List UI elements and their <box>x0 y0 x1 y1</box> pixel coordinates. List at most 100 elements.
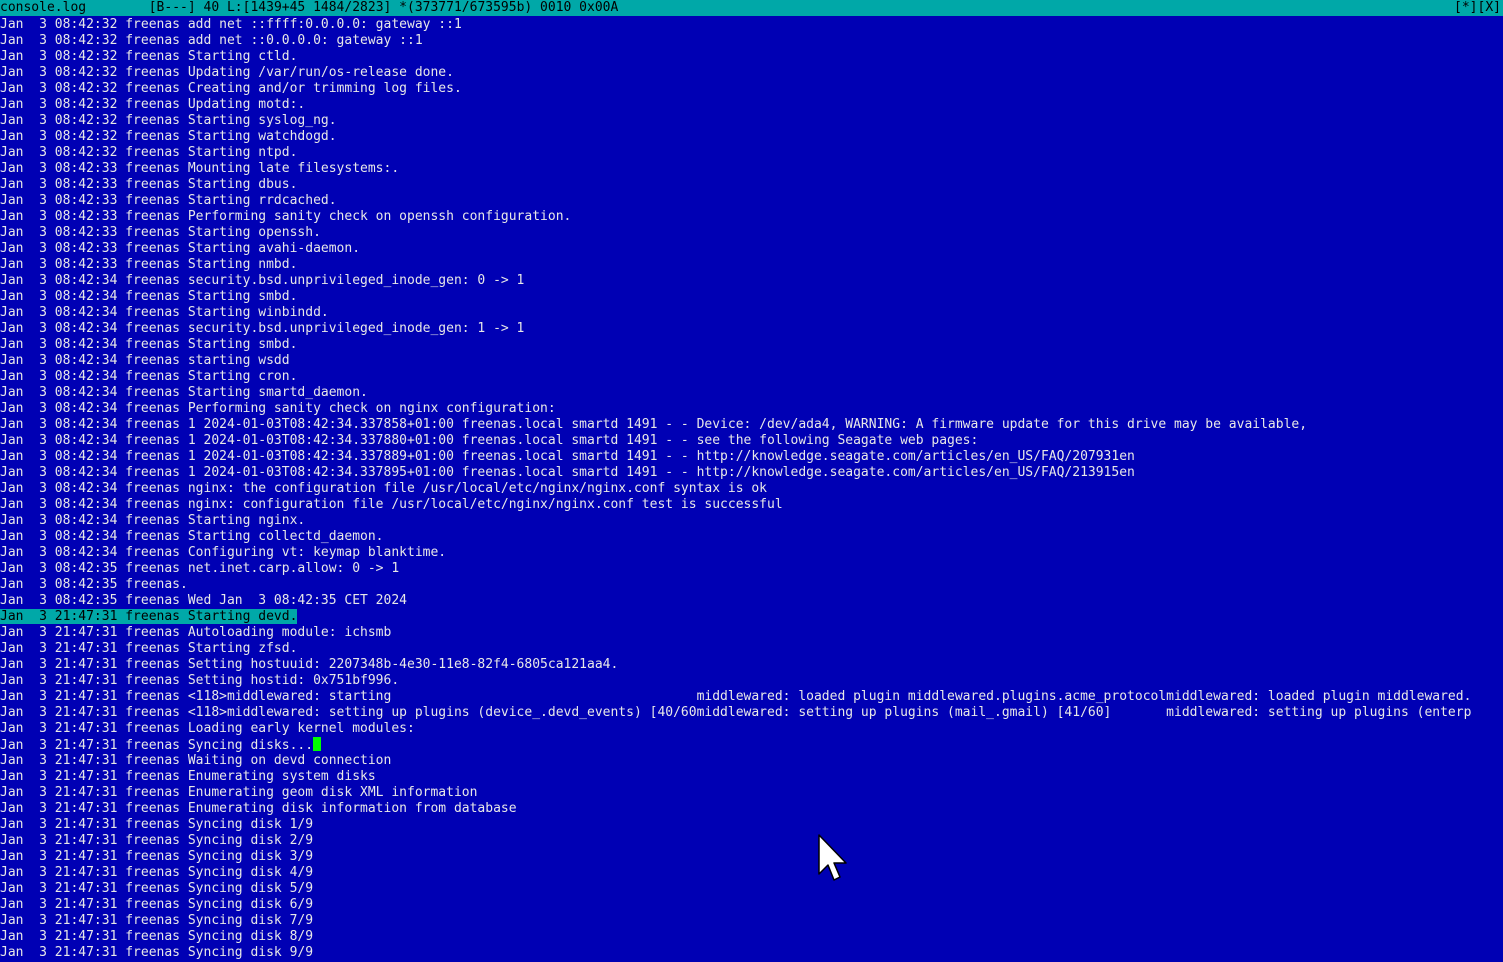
log-line: Jan 3 08:42:33 freenas Starting avahi-da… <box>0 241 1503 257</box>
log-line-text: Jan 3 08:42:32 freenas add net ::ffff:0.… <box>0 17 462 32</box>
log-line: Jan 3 08:42:34 freenas 1 2024-01-03T08:4… <box>0 417 1503 433</box>
log-line-text: Jan 3 08:42:34 freenas Starting cron. <box>0 369 298 384</box>
log-line-text: Jan 3 08:42:34 freenas Starting winbindd… <box>0 305 329 320</box>
log-line-text: Jan 3 21:47:31 freenas Setting hostid: 0… <box>0 673 400 688</box>
log-line-text: Jan 3 21:47:31 freenas Enumerating disk … <box>0 801 517 816</box>
log-line-text: Jan 3 21:47:31 freenas Syncing disk 7/9 <box>0 913 314 928</box>
log-line-text: Jan 3 08:42:33 freenas Performing sanity… <box>0 209 572 224</box>
log-line: Jan 3 08:42:33 freenas Performing sanity… <box>0 209 1503 225</box>
log-line-text: Jan 3 08:42:34 freenas Starting nginx. <box>0 513 306 528</box>
log-line-text: Jan 3 21:47:31 freenas Syncing disks... <box>0 738 314 753</box>
log-line-text: Jan 3 08:42:34 freenas 1 2024-01-03T08:4… <box>0 465 1135 480</box>
log-line-text: Jan 3 08:42:32 freenas Starting syslog_n… <box>0 113 337 128</box>
log-line-text: Jan 3 21:47:31 freenas Syncing disk 6/9 <box>0 897 314 912</box>
text-cursor <box>313 737 322 751</box>
log-line: Jan 3 08:42:32 freenas Starting ctld. <box>0 49 1503 65</box>
log-line-text: Jan 3 21:47:31 freenas Waiting on devd c… <box>0 753 392 768</box>
log-line-text: Jan 3 08:42:32 freenas add net ::0.0.0.0… <box>0 33 423 48</box>
log-line: Jan 3 21:47:31 freenas Syncing disk 5/9 <box>0 881 1503 897</box>
status-position-info: [B---] 40 L:[1439+45 1484/2823] *(373771… <box>148 0 619 15</box>
log-line: Jan 3 08:42:34 freenas security.bsd.unpr… <box>0 321 1503 337</box>
log-line: Jan 3 08:42:34 freenas 1 2024-01-03T08:4… <box>0 433 1503 449</box>
log-line-text: Jan 3 08:42:34 freenas security.bsd.unpr… <box>0 321 525 336</box>
log-line-text: Jan 3 21:47:31 freenas Setting hostuuid:… <box>0 657 619 672</box>
log-line: Jan 3 08:42:32 freenas Starting watchdog… <box>0 129 1503 145</box>
log-line: Jan 3 08:42:32 freenas Updating /var/run… <box>0 65 1503 81</box>
log-line-text: Jan 3 08:42:34 freenas Starting smbd. <box>0 289 298 304</box>
log-line: Jan 3 21:47:31 freenas <118>middlewared:… <box>0 705 1503 721</box>
status-filename: console.log <box>0 0 87 15</box>
log-line-text: Jan 3 21:47:31 freenas Enumerating syste… <box>0 769 376 784</box>
log-line-text: Jan 3 08:42:34 freenas security.bsd.unpr… <box>0 273 525 288</box>
log-line-text: Jan 3 08:42:33 freenas Starting dbus. <box>0 177 298 192</box>
log-line-text: Jan 3 08:42:34 freenas Starting smartd_d… <box>0 385 368 400</box>
log-content-area[interactable]: Jan 3 08:42:32 freenas add net ::ffff:0.… <box>0 17 1503 962</box>
log-line: Jan 3 08:42:35 freenas Wed Jan 3 08:42:3… <box>0 593 1503 609</box>
log-line: Jan 3 21:47:31 freenas Syncing disk 4/9 <box>0 865 1503 881</box>
log-line: Jan 3 21:47:31 freenas Setting hostid: 0… <box>0 673 1503 689</box>
log-line-text: Jan 3 08:42:32 freenas Updating motd:. <box>0 97 306 112</box>
log-line-text: Jan 3 21:47:31 freenas Starting zfsd. <box>0 641 298 656</box>
log-line-text: Jan 3 21:47:31 freenas Starting devd. <box>0 609 298 624</box>
log-line: Jan 3 08:42:34 freenas Starting nginx. <box>0 513 1503 529</box>
log-line-text: Jan 3 21:47:31 freenas Autoloading modul… <box>0 625 392 640</box>
log-line: Jan 3 08:42:34 freenas Starting winbindd… <box>0 305 1503 321</box>
log-line-text: Jan 3 08:42:33 freenas Starting rrdcache… <box>0 193 337 208</box>
log-line-text: Jan 3 08:42:35 freenas Wed Jan 3 08:42:3… <box>0 593 407 608</box>
mouse-pointer-icon <box>818 834 847 881</box>
log-line-text: Jan 3 08:42:34 freenas nginx: configurat… <box>0 497 783 512</box>
log-line: Jan 3 08:42:34 freenas 1 2024-01-03T08:4… <box>0 465 1503 481</box>
log-line: Jan 3 08:42:34 freenas Performing sanity… <box>0 401 1503 417</box>
log-line: Jan 3 08:42:32 freenas Updating motd:. <box>0 97 1503 113</box>
log-line-text: Jan 3 08:42:34 freenas starting wsdd <box>0 353 290 368</box>
log-line-text: Jan 3 08:42:34 freenas 1 2024-01-03T08:4… <box>0 433 979 448</box>
log-line: Jan 3 08:42:34 freenas Starting collectd… <box>0 529 1503 545</box>
log-line-text: Jan 3 21:47:31 freenas <118>middlewared:… <box>0 705 1472 720</box>
log-line: Jan 3 08:42:33 freenas Starting rrdcache… <box>0 193 1503 209</box>
log-line: Jan 3 08:42:34 freenas nginx: configurat… <box>0 497 1503 513</box>
log-line: Jan 3 08:42:33 freenas Mounting late fil… <box>0 161 1503 177</box>
mcedit-viewer-window: console.log [B---] 40 L:[1439+45 1484/28… <box>0 0 1503 962</box>
log-line-text: Jan 3 08:42:34 freenas nginx: the config… <box>0 481 768 496</box>
editor-status-bar: console.log [B---] 40 L:[1439+45 1484/28… <box>0 0 1503 16</box>
log-line-text: Jan 3 08:42:35 freenas. <box>0 577 188 592</box>
log-line: Jan 3 08:42:34 freenas security.bsd.unpr… <box>0 273 1503 289</box>
log-line-text: Jan 3 21:47:31 freenas Syncing disk 5/9 <box>0 881 314 896</box>
log-line-text: Jan 3 21:47:31 freenas Loading early ker… <box>0 721 415 736</box>
log-line: Jan 3 08:42:32 freenas Creating and/or t… <box>0 81 1503 97</box>
log-line-text: Jan 3 08:42:34 freenas 1 2024-01-03T08:4… <box>0 417 1308 432</box>
log-line: Jan 3 21:47:31 freenas Syncing disk 8/9 <box>0 929 1503 945</box>
log-line: Jan 3 08:42:34 freenas Starting smbd. <box>0 337 1503 353</box>
log-line-text: Jan 3 08:42:33 freenas Starting openssh. <box>0 225 321 240</box>
log-line: Jan 3 21:47:31 freenas Starting zfsd. <box>0 641 1503 657</box>
log-line: Jan 3 08:42:32 freenas add net ::ffff:0.… <box>0 17 1503 33</box>
log-line-text: Jan 3 08:42:32 freenas Updating /var/run… <box>0 65 454 80</box>
log-line: Jan 3 08:42:34 freenas 1 2024-01-03T08:4… <box>0 449 1503 465</box>
log-line: Jan 3 08:42:34 freenas Starting smartd_d… <box>0 385 1503 401</box>
log-line: Jan 3 21:47:31 freenas Syncing disk 1/9 <box>0 817 1503 833</box>
log-line: Jan 3 08:42:35 freenas. <box>0 577 1503 593</box>
log-line: Jan 3 21:47:31 freenas Syncing disk 6/9 <box>0 897 1503 913</box>
log-line: Jan 3 08:42:32 freenas Starting syslog_n… <box>0 113 1503 129</box>
log-line: Jan 3 08:42:34 freenas nginx: the config… <box>0 481 1503 497</box>
log-line-text: Jan 3 21:47:31 freenas Enumerating geom … <box>0 785 478 800</box>
log-line-text: Jan 3 21:47:31 freenas Syncing disk 8/9 <box>0 929 314 944</box>
log-line-text: Jan 3 21:47:31 freenas <118>middlewared:… <box>0 689 1472 704</box>
log-line-text: Jan 3 08:42:32 freenas Starting watchdog… <box>0 129 337 144</box>
log-line: Jan 3 08:42:33 freenas Starting dbus. <box>0 177 1503 193</box>
log-line-text: Jan 3 08:42:34 freenas Starting smbd. <box>0 337 298 352</box>
log-line: Jan 3 08:42:33 freenas Starting openssh. <box>0 225 1503 241</box>
log-line: Jan 3 21:47:31 freenas Syncing disk 9/9 <box>0 945 1503 961</box>
log-line: Jan 3 21:47:31 freenas Enumerating geom … <box>0 785 1503 801</box>
log-line-text: Jan 3 08:42:34 freenas Starting collectd… <box>0 529 384 544</box>
log-line: Jan 3 21:47:31 freenas Waiting on devd c… <box>0 753 1503 769</box>
log-line: Jan 3 08:42:34 freenas Starting smbd. <box>0 289 1503 305</box>
log-line-text: Jan 3 08:42:33 freenas Mounting late fil… <box>0 161 400 176</box>
log-line-text: Jan 3 08:42:33 freenas Starting nmbd. <box>0 257 298 272</box>
log-line-text: Jan 3 08:42:33 freenas Starting avahi-da… <box>0 241 361 256</box>
window-controls[interactable]: [*][X] <box>1454 0 1501 16</box>
log-line: Jan 3 21:47:31 freenas Syncing disk 3/9 <box>0 849 1503 865</box>
log-line: Jan 3 08:42:34 freenas starting wsdd <box>0 353 1503 369</box>
log-line: Jan 3 08:42:32 freenas add net ::0.0.0.0… <box>0 33 1503 49</box>
log-line: Jan 3 21:47:31 freenas Setting hostuuid:… <box>0 657 1503 673</box>
